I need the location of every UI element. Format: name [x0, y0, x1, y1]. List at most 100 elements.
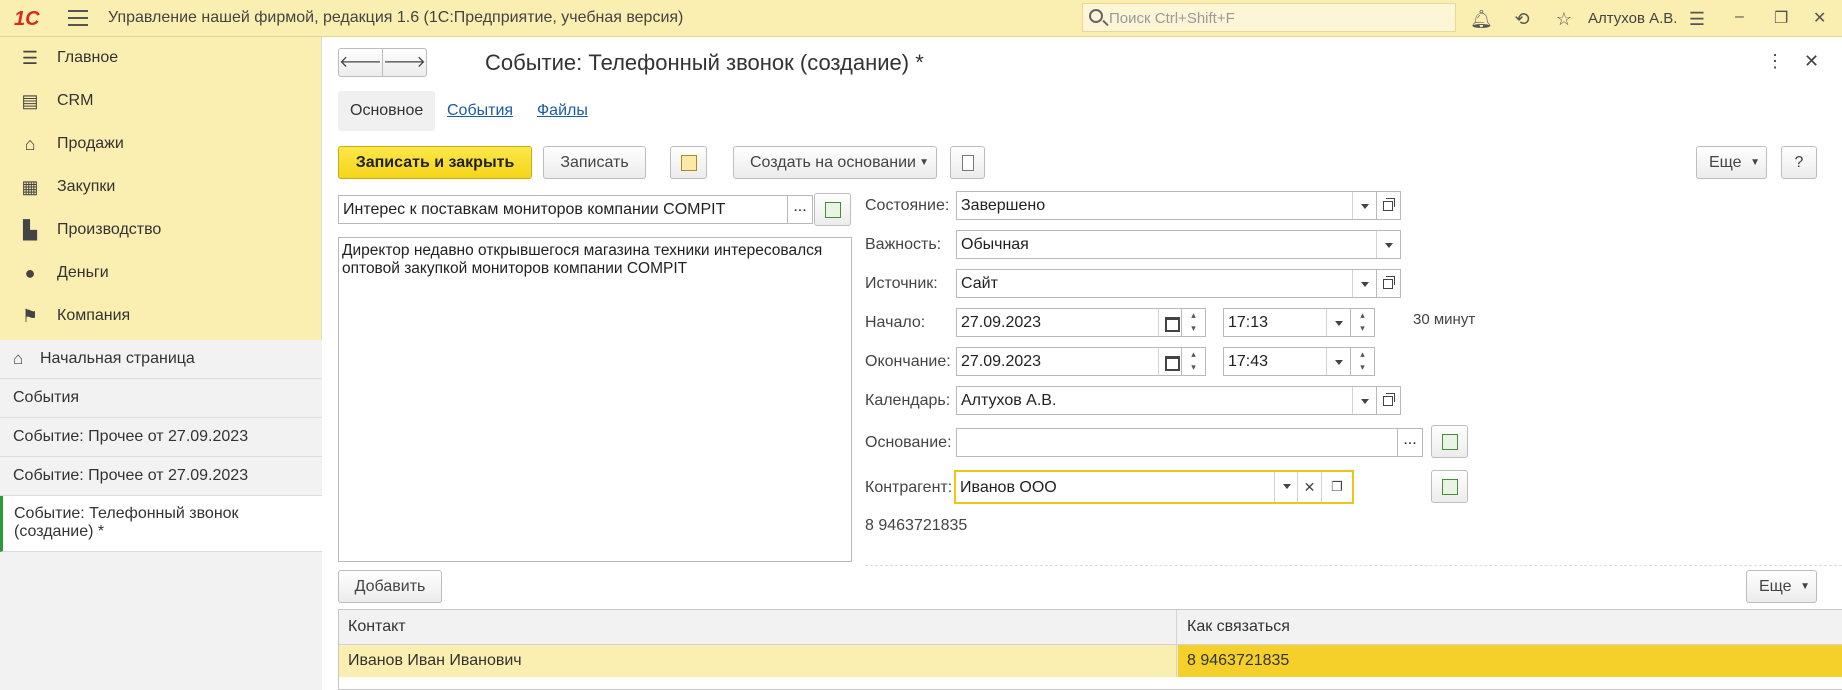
chevron-down-icon[interactable] [1326, 309, 1350, 336]
start-date-stepper[interactable]: ▴ ▾ [1182, 308, 1206, 337]
open-window-events[interactable]: События [0, 379, 322, 418]
open-window-event-other-1[interactable]: Событие: Прочее от 27.09.2023 [0, 418, 322, 457]
open-window-event-other-2[interactable]: Событие: Прочее от 27.09.2023 [0, 457, 322, 496]
search-input[interactable]: Поиск Ctrl+Shift+F [1082, 3, 1456, 32]
title-bar: 1С Управление нашей фирмой, редакция 1.6… [0, 0, 1842, 37]
chevron-down-icon[interactable] [1352, 192, 1376, 219]
calendar-icon[interactable] [1158, 308, 1182, 337]
start-time-field[interactable]: 17:13 [1223, 308, 1351, 337]
counterparty-phone: 8 9463721835 [865, 517, 968, 534]
counterparty-pick-button[interactable] [1431, 470, 1468, 503]
column-header-how-to-contact[interactable]: Как связаться [1187, 618, 1290, 636]
add-contact-button[interactable]: Добавить [338, 570, 442, 603]
tab-files[interactable]: Файлы [537, 91, 588, 131]
end-time-stepper[interactable]: ▴ ▾ [1351, 347, 1375, 376]
sidebar-item-money[interactable]: ● Деньги [0, 252, 322, 295]
basis-field[interactable] [956, 428, 1398, 457]
contacts-more-button[interactable]: Еще ▼ [1746, 570, 1817, 603]
calendar-field[interactable]: Алтухов А.В. [956, 386, 1377, 415]
source-open-icon[interactable] [1377, 269, 1401, 298]
sidebar-item-company[interactable]: ⚑ Компания [0, 295, 322, 338]
arrow-left-icon: 🡐 [339, 54, 382, 71]
end-date-field[interactable]: 27.09.2023 [956, 347, 1159, 376]
sidebar-item-sales[interactable]: ⌂ Продажи [0, 123, 322, 166]
ellipsis-icon: ... [1403, 431, 1417, 448]
more-actions-icon[interactable]: ⋮ [1766, 51, 1784, 72]
end-date-stepper[interactable]: ▴ ▾ [1182, 347, 1206, 376]
settings-icon[interactable]: ☰ [1686, 8, 1708, 30]
create-based-on-button[interactable]: Создать на основании ▼ [733, 146, 937, 179]
chevron-down-icon: ▼ [1800, 581, 1810, 592]
importance-field[interactable]: Обычная [956, 230, 1401, 259]
start-label: Начало: [865, 314, 926, 331]
close-window-icon[interactable]: ✕ [1813, 8, 1826, 28]
restore-icon[interactable]: ❐ [1774, 8, 1788, 28]
print-button[interactable] [950, 146, 985, 179]
source-value: Сайт [961, 275, 998, 292]
column-header-contact[interactable]: Контакт [348, 618, 406, 636]
history-icon[interactable]: ⟲ [1511, 8, 1533, 30]
chevron-down-icon[interactable] [1326, 348, 1350, 375]
source-field[interactable]: Сайт [956, 269, 1377, 298]
user-name[interactable]: Алтухов А.В. [1588, 10, 1677, 27]
star-icon[interactable]: ☆ [1553, 8, 1575, 30]
sidebar-item-main[interactable]: ☰ Главное [0, 37, 322, 80]
document-icon [962, 155, 974, 171]
state-field[interactable]: Завершено [956, 191, 1377, 220]
chevron-down-icon[interactable] [1274, 472, 1298, 502]
save-and-close-button[interactable]: Записать и закрыть [338, 146, 532, 179]
help-button[interactable]: ? [1781, 146, 1817, 179]
forward-button[interactable]: 🡒 [382, 48, 427, 77]
basket-icon: ⌂ [24, 134, 36, 154]
chevron-down-icon[interactable] [1376, 231, 1400, 258]
open-window-current[interactable]: Событие: Телефонный звонок (создание) * [0, 496, 322, 552]
counterparty-field[interactable]: Иванов ООО ✕ ❐ [954, 470, 1354, 504]
subject-select-button[interactable]: ... [787, 195, 813, 224]
sidebar-item-purchases[interactable]: ▦ Закупки [0, 166, 322, 209]
pick-from-list-icon [1442, 434, 1458, 450]
clear-icon[interactable]: ✕ [1297, 472, 1321, 502]
end-time-field[interactable]: 17:43 [1223, 347, 1351, 376]
description-textarea[interactable]: Директор недавно открывшегося магазина т… [338, 237, 852, 562]
search-placeholder: Поиск Ctrl+Shift+F [1109, 10, 1235, 27]
chevron-down-icon[interactable] [1352, 387, 1376, 414]
sidebar-item-label: Компания [57, 307, 131, 324]
contacts-icon: ▤ [21, 91, 39, 111]
duration-text: 30 минут [1413, 311, 1476, 328]
close-form-icon[interactable]: ✕ [1804, 51, 1819, 72]
tab-events[interactable]: События [447, 91, 513, 131]
sidebar-item-label: Закупки [57, 178, 116, 195]
table-row[interactable]: Иванов Иван Иванович 8 9463721835 [339, 645, 1842, 677]
sidebar-item-label: Продажи [57, 135, 124, 152]
calendar-icon[interactable] [1158, 347, 1182, 376]
calendar-open-icon[interactable] [1377, 386, 1401, 415]
subject-pick-button[interactable] [814, 193, 851, 226]
subject-field[interactable]: Интерес к поставкам мониторов компании C… [338, 195, 788, 224]
calendar-label: Календарь: [865, 392, 951, 409]
calendar-value: Алтухов А.В. [961, 392, 1057, 409]
save-button[interactable]: Записать [543, 146, 646, 179]
basis-pick-button[interactable] [1431, 425, 1468, 458]
sidebar-item-production[interactable]: ▙ Производство [0, 209, 322, 252]
basis-label: Основание: [865, 434, 952, 451]
state-open-icon[interactable] [1377, 191, 1401, 220]
open-window-home[interactable]: ⌂ Начальная страница [0, 340, 322, 379]
ellipsis-icon: ... [793, 198, 807, 215]
ruble-icon: ● [24, 263, 36, 283]
divider [865, 565, 1842, 566]
chevron-down-icon[interactable] [1352, 270, 1376, 297]
bell-icon[interactable]: 🔔︎ [1470, 8, 1493, 30]
open-icon[interactable]: ❐ [1321, 472, 1352, 502]
sidebar-item-crm[interactable]: ▤ CRM [0, 80, 322, 123]
start-time-stepper[interactable]: ▴ ▾ [1351, 308, 1375, 337]
report-button[interactable] [670, 146, 707, 179]
basis-select-button[interactable]: ... [1397, 428, 1423, 457]
back-button[interactable]: 🡐 [338, 48, 383, 77]
menu-icon[interactable] [68, 10, 88, 26]
chevron-down-icon: ▼ [1750, 157, 1760, 168]
more-button[interactable]: Еще ▼ [1696, 146, 1767, 179]
start-date-field[interactable]: 27.09.2023 [956, 308, 1159, 337]
minimize-icon[interactable]: – [1735, 8, 1744, 26]
flag-icon: ⚑ [21, 306, 39, 326]
tab-main[interactable]: Основное [338, 91, 436, 131]
